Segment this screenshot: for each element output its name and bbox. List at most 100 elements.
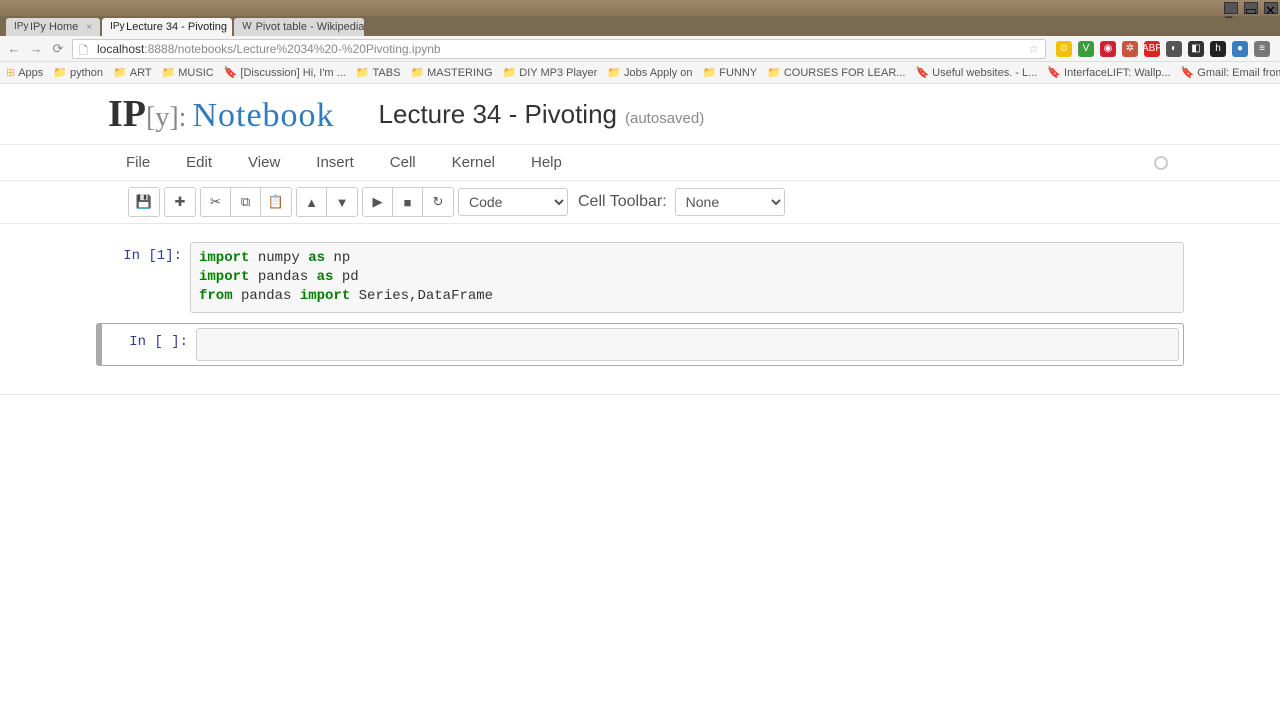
- bookmark-label: Useful websites. - L...: [932, 67, 1037, 79]
- autosave-status: (autosaved): [625, 110, 704, 127]
- url-host: localhost: [97, 42, 144, 56]
- bookmark-item[interactable]: 🔖[Discussion] Hi, I'm ...: [224, 66, 346, 79]
- bookmark-label: ART: [130, 67, 152, 79]
- url-input[interactable]: 🗋 localhost:8888/notebooks/Lecture%2034%…: [72, 39, 1046, 59]
- bookmark-icon: 🔖: [224, 66, 238, 79]
- logo-ip: IP: [108, 92, 146, 136]
- tab-favicon: IPy: [14, 21, 26, 33]
- move-down-button[interactable]: ▼: [327, 188, 357, 216]
- minimize-button[interactable]: _: [1224, 2, 1238, 14]
- menu-help[interactable]: Help: [513, 146, 580, 179]
- bookmark-icon: 📁: [410, 66, 424, 79]
- bookmark-icon: ⊞: [6, 66, 15, 79]
- notebook-header: IP[y]:Notebook Lecture 34 - Pivoting (au…: [0, 84, 1280, 145]
- menu-edit[interactable]: Edit: [168, 146, 230, 179]
- menu-insert[interactable]: Insert: [298, 146, 372, 179]
- cell-toolbar-select[interactable]: None: [675, 188, 785, 216]
- bookmark-label: MUSIC: [178, 67, 213, 79]
- bookmark-item[interactable]: 📁ART: [113, 66, 152, 79]
- bookmark-label: COURSES FOR LEAR...: [784, 67, 906, 79]
- bookmark-item[interactable]: 📁Jobs Apply on: [607, 66, 692, 79]
- code-cell[interactable]: In [1]: import numpy as np import pandas…: [96, 242, 1184, 313]
- bookmark-icon: 📁: [113, 66, 127, 79]
- menu-view[interactable]: View: [230, 146, 298, 179]
- maximize-button[interactable]: ▭: [1244, 2, 1258, 14]
- bookmark-label: MASTERING: [427, 67, 492, 79]
- url-path: /notebooks/Lecture%2034%20-%20Pivoting.i…: [174, 42, 440, 56]
- code-input[interactable]: [196, 328, 1179, 361]
- extension-icon[interactable]: ✲: [1122, 41, 1138, 57]
- bookmark-item[interactable]: 📁COURSES FOR LEAR...: [767, 66, 905, 79]
- logo-notebook: Notebook: [192, 97, 334, 135]
- menu-cell[interactable]: Cell: [372, 146, 434, 179]
- bookmark-label: TABS: [373, 67, 401, 79]
- extension-icon[interactable]: ABP: [1144, 41, 1160, 57]
- bookmark-item[interactable]: 📁TABS: [356, 66, 401, 79]
- run-button[interactable]: ▶: [363, 188, 393, 216]
- toolbar: 💾 ✚ ✂ ⧉ 📋 ▲ ▼ ▶ ■ ↻ Code Cell Toolbar: N…: [0, 181, 1280, 224]
- browser-tab[interactable]: W Pivot table - Wikipedia, t... ×: [234, 18, 364, 36]
- bookmark-icon: 📁: [503, 66, 517, 79]
- code-cell-selected[interactable]: In [ ]:: [96, 323, 1184, 366]
- extension-icon[interactable]: ≡: [1254, 41, 1270, 57]
- bookmark-item[interactable]: 📁DIY MP3 Player: [503, 66, 598, 79]
- url-port: :8888: [144, 42, 174, 56]
- bookmark-item[interactable]: 📁FUNNY: [703, 66, 758, 79]
- input-prompt: In [1]:: [96, 242, 190, 313]
- close-icon[interactable]: ×: [86, 22, 92, 33]
- save-button[interactable]: 💾: [129, 188, 159, 216]
- browser-tab-active[interactable]: IPy Lecture 34 - Pivoting ×: [102, 18, 232, 36]
- extension-icon[interactable]: ◧: [1188, 41, 1204, 57]
- menu-file[interactable]: File: [108, 146, 168, 179]
- bookmark-icon: 📁: [356, 66, 370, 79]
- bookmark-item[interactable]: 🔖Useful websites. - L...: [915, 66, 1037, 79]
- bookmark-label: python: [70, 67, 103, 79]
- bookmark-item[interactable]: 🔖Gmail: Email from G...: [1181, 66, 1280, 79]
- restart-button[interactable]: ↻: [423, 188, 453, 216]
- tab-title: Lecture 34 - Pivoting: [126, 21, 227, 33]
- add-cell-button[interactable]: ✚: [165, 188, 195, 216]
- close-button[interactable]: ✕: [1264, 2, 1278, 14]
- code-input[interactable]: import numpy as np import pandas as pd f…: [190, 242, 1184, 313]
- bookmark-icon: 📁: [162, 66, 176, 79]
- extension-icons: ⊙ V ◉ ✲ ABP ◐ ◧ h ● ≡: [1052, 41, 1274, 57]
- star-icon[interactable]: ☆: [1028, 42, 1039, 56]
- interrupt-button[interactable]: ■: [393, 188, 423, 216]
- bookmark-item[interactable]: 📁python: [53, 66, 103, 79]
- cut-button[interactable]: ✂: [201, 188, 231, 216]
- paste-button[interactable]: 📋: [261, 188, 291, 216]
- bookmark-icon: 📁: [767, 66, 781, 79]
- tab-favicon: IPy: [110, 21, 122, 33]
- page-icon: 🗋: [79, 42, 93, 56]
- extension-icon[interactable]: ◉: [1100, 41, 1116, 57]
- bookmark-item[interactable]: 🔖InterfaceLIFT: Wallp...: [1047, 66, 1170, 79]
- bookmark-icon: 🔖: [1047, 66, 1061, 79]
- bookmark-icon: 📁: [703, 66, 717, 79]
- notebook-title[interactable]: Lecture 34 - Pivoting: [379, 99, 617, 130]
- bookmark-label: InterfaceLIFT: Wallp...: [1064, 67, 1171, 79]
- cell-type-select[interactable]: Code: [458, 188, 568, 216]
- extension-icon[interactable]: ●: [1232, 41, 1248, 57]
- address-bar: ← → ⟳ 🗋 localhost:8888/notebooks/Lecture…: [0, 36, 1280, 62]
- ipython-logo: IP[y]:Notebook: [108, 92, 335, 136]
- reload-button[interactable]: ⟳: [50, 41, 66, 57]
- tab-title: IPy Home: [30, 21, 78, 33]
- back-button[interactable]: ←: [6, 41, 22, 57]
- extension-icon[interactable]: h: [1210, 41, 1226, 57]
- tab-title: Pivot table - Wikipedia, t...: [256, 21, 365, 33]
- extension-icon[interactable]: ⊙: [1056, 41, 1072, 57]
- bookmark-label: FUNNY: [719, 67, 757, 79]
- move-up-button[interactable]: ▲: [297, 188, 327, 216]
- bookmark-label: Gmail: Email from G...: [1197, 67, 1280, 79]
- extension-icon[interactable]: V: [1078, 41, 1094, 57]
- copy-button[interactable]: ⧉: [231, 188, 261, 216]
- bookmark-item[interactable]: 📁MASTERING: [410, 66, 492, 79]
- bookmark-item[interactable]: 📁MUSIC: [162, 66, 214, 79]
- menu-kernel[interactable]: Kernel: [434, 146, 513, 179]
- bookmark-icon: 🔖: [915, 66, 929, 79]
- browser-tab[interactable]: IPy IPy Home ×: [6, 18, 100, 36]
- forward-button[interactable]: →: [28, 41, 44, 57]
- bookmark-item[interactable]: ⊞Apps: [6, 66, 43, 79]
- extension-icon[interactable]: ◐: [1166, 41, 1182, 57]
- tab-favicon: W: [242, 21, 251, 33]
